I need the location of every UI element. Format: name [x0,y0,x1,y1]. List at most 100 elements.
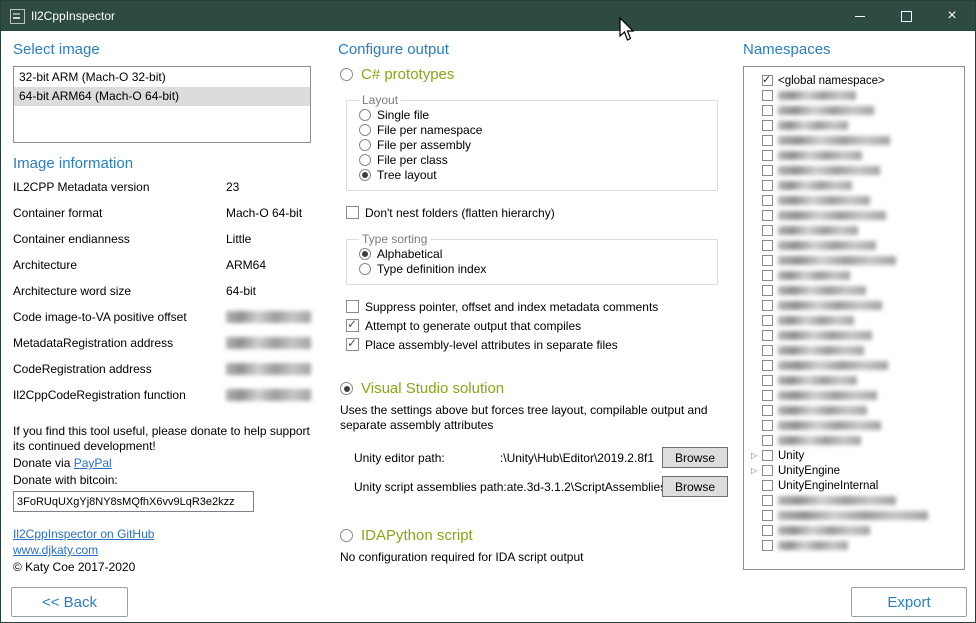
layout-option[interactable]: File per class [359,152,709,167]
namespace-item[interactable] [751,103,960,118]
website-link[interactable]: www.djkaty.com [13,543,98,557]
namespace-checkbox[interactable] [762,540,773,551]
namespace-checkbox[interactable] [762,435,773,446]
namespace-item[interactable] [751,178,960,193]
namespace-checkbox[interactable] [762,375,773,386]
csharp-prototypes-radio[interactable]: C# prototypes [340,66,734,83]
namespace-checkbox[interactable] [762,135,773,146]
namespace-checkbox[interactable] [762,195,773,206]
namespace-checkbox[interactable] [762,330,773,341]
namespace-item[interactable] [751,538,960,553]
namespace-item[interactable] [751,238,960,253]
namespace-item[interactable] [751,508,960,523]
flatten-hierarchy-checkbox[interactable]: Don't nest folders (flatten hierarchy) [346,203,734,222]
namespace-checkbox[interactable] [762,210,773,221]
image-listbox[interactable]: 32-bit ARM (Mach-O 32-bit) 64-bit ARM64 … [13,66,311,143]
info-row: IL2CPP Metadata version 23 [13,180,311,206]
namespace-checkbox[interactable] [762,480,773,491]
expander-icon[interactable] [751,467,762,475]
radio-label: File per assembly [377,138,471,152]
namespace-checkbox[interactable] [762,300,773,311]
layout-option[interactable]: File per namespace [359,122,709,137]
namespace-item[interactable]: UnityEngineInternal [751,478,960,493]
namespace-item[interactable]: UnityEngine [751,463,960,478]
export-button[interactable]: Export [851,587,967,617]
namespace-checkbox[interactable] [762,315,773,326]
namespace-item[interactable] [751,208,960,223]
namespace-item[interactable] [751,148,960,163]
github-link[interactable]: Il2CppInspector on GitHub [13,527,154,541]
namespace-checkbox[interactable] [762,390,773,401]
layout-option[interactable]: Single file [359,107,709,122]
namespace-item[interactable]: Unity [751,448,960,463]
namespace-item[interactable] [751,493,960,508]
namespace-checkbox[interactable] [762,450,773,461]
maximize-button[interactable] [883,1,929,31]
browse-button[interactable]: Browse [662,447,728,468]
layout-option[interactable]: Tree layout [359,167,709,182]
namespace-checkbox[interactable] [762,345,773,356]
namespace-item[interactable] [751,88,960,103]
namespace-item[interactable] [751,388,960,403]
image-list-item[interactable]: 64-bit ARM64 (Mach-O 64-bit) [14,87,310,106]
namespace-item[interactable] [751,523,960,538]
namespace-item[interactable] [751,433,960,448]
bitcoin-address-input[interactable] [13,491,254,512]
namespace-item[interactable] [751,133,960,148]
namespace-checkbox[interactable] [762,75,773,86]
namespace-checkbox[interactable] [762,465,773,476]
namespace-item[interactable] [751,268,960,283]
namespace-item[interactable]: <global namespace> [751,73,960,88]
paypal-link[interactable]: PayPal [74,456,112,470]
namespace-item[interactable] [751,193,960,208]
namespace-checkbox[interactable] [762,285,773,296]
namespace-checkbox[interactable] [762,240,773,251]
namespace-checkbox[interactable] [762,525,773,536]
namespace-item[interactable] [751,298,960,313]
back-button[interactable]: << Back [11,587,128,617]
output-option-checkbox[interactable]: Attempt to generate output that compiles [346,316,734,335]
namespace-item[interactable] [751,403,960,418]
namespace-item[interactable] [751,253,960,268]
output-option-checkbox[interactable]: Suppress pointer, offset and index metad… [346,297,734,316]
namespace-checkbox[interactable] [762,270,773,281]
namespace-item[interactable] [751,328,960,343]
layout-groupbox: Layout Single file File per namespace Fi… [346,93,718,191]
output-option-checkbox[interactable]: Place assembly-level attributes in separ… [346,335,734,354]
namespace-item[interactable] [751,358,960,373]
namespace-item[interactable] [751,118,960,133]
namespace-checkbox[interactable] [762,225,773,236]
minimize-button[interactable] [837,1,883,31]
namespace-checkbox[interactable] [762,150,773,161]
namespace-item[interactable] [751,283,960,298]
type-sorting-option[interactable]: Alphabetical [359,246,709,261]
expander-icon[interactable] [751,452,762,460]
close-button[interactable]: × [929,1,975,31]
namespace-checkbox[interactable] [762,90,773,101]
namespace-item[interactable] [751,373,960,388]
namespace-checkbox[interactable] [762,165,773,176]
browse-button[interactable]: Browse [662,476,728,497]
namespace-checkbox[interactable] [762,360,773,371]
namespace-item[interactable] [751,418,960,433]
namespaces-tree[interactable]: <global namespace> [743,66,965,570]
namespace-item[interactable] [751,223,960,238]
namespace-item[interactable] [751,163,960,178]
idapython-script-radio[interactable]: IDAPython script [340,527,734,544]
layout-group-title: Layout [359,93,401,107]
namespace-checkbox[interactable] [762,495,773,506]
type-sorting-option[interactable]: Type definition index [359,261,709,276]
namespace-checkbox[interactable] [762,180,773,191]
image-list-item[interactable]: 32-bit ARM (Mach-O 32-bit) [14,68,310,87]
titlebar[interactable]: Il2CppInspector × [1,1,975,31]
namespace-checkbox[interactable] [762,420,773,431]
namespace-checkbox[interactable] [762,255,773,266]
namespace-checkbox[interactable] [762,510,773,521]
namespace-checkbox[interactable] [762,105,773,116]
namespace-checkbox[interactable] [762,120,773,131]
layout-option[interactable]: File per assembly [359,137,709,152]
namespace-item[interactable] [751,343,960,358]
namespace-item[interactable] [751,313,960,328]
visual-studio-solution-radio[interactable]: Visual Studio solution [340,380,734,397]
namespace-checkbox[interactable] [762,405,773,416]
